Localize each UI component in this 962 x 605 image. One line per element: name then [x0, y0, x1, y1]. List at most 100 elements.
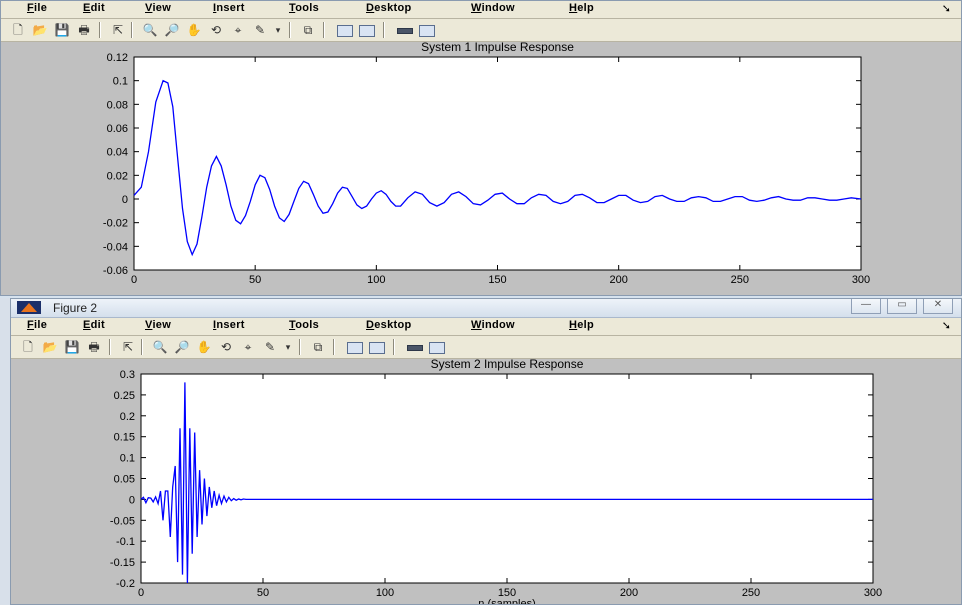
- menu-insert[interactable]: Insert: [213, 2, 245, 14]
- menu-window[interactable]: Window: [471, 2, 515, 14]
- y-tick-label: 0.04: [107, 147, 128, 159]
- menu-view[interactable]: View: [145, 319, 171, 331]
- figure-2-titlebar[interactable]: Figure 2 — ▭ ✕: [11, 299, 961, 318]
- new-file-icon[interactable]: 🗋: [19, 339, 37, 355]
- x-tick-label: 100: [367, 274, 385, 286]
- zoom-in-icon[interactable]: 🔍: [151, 339, 169, 355]
- y-tick-label: 0.15: [114, 432, 135, 444]
- y-tick-label: -0.02: [103, 218, 128, 230]
- y-tick-label: 0.12: [107, 52, 128, 64]
- chart-1-svg: System 1 Impulse Response 0 50 100 150 200 250…: [103, 40, 870, 286]
- maximize-button[interactable]: ▭: [887, 299, 917, 314]
- x-tick-label: 200: [620, 587, 638, 599]
- legend-icon[interactable]: [369, 342, 385, 354]
- menu-insert[interactable]: Insert: [213, 319, 245, 331]
- link-plot-icon[interactable]: ⧉: [309, 339, 327, 355]
- pointer-icon[interactable]: ⇱: [109, 22, 127, 38]
- colorbar-icon[interactable]: [347, 342, 363, 354]
- menu-file[interactable]: File: [27, 319, 47, 331]
- colorbar-icon[interactable]: [337, 25, 353, 37]
- figure-1-canvas: System 1 Impulse Response 0 50 100 150 200 250…: [1, 40, 961, 295]
- x-tick-label: 300: [852, 274, 870, 286]
- zoom-in-icon[interactable]: 🔍: [141, 22, 159, 38]
- plot-title: System 2 Impulse Response: [431, 359, 584, 371]
- brush-dropdown-icon[interactable]: ▾: [269, 22, 287, 38]
- chart-2-svg: System 2 Impulse Response0 50 100 150 200 250…: [110, 357, 882, 605]
- axes-frame: [133, 56, 862, 271]
- y-tick-label: -0.06: [103, 265, 128, 277]
- data-cursor-icon[interactable]: ⌖: [239, 339, 257, 355]
- pan-hand-icon[interactable]: ✋: [195, 339, 213, 355]
- plot-title: System 1 Impulse Response: [421, 42, 574, 54]
- new-file-icon[interactable]: 🗋: [9, 22, 27, 38]
- pan-hand-icon[interactable]: ✋: [185, 22, 203, 38]
- menu-overflow-icon[interactable]: ➘: [942, 319, 951, 332]
- x-tick-label: 50: [249, 274, 261, 286]
- menu-desktop[interactable]: Desktop: [366, 319, 412, 331]
- brush-icon[interactable]: ✎: [261, 339, 279, 355]
- y-tick-label: 0.06: [107, 123, 128, 135]
- y-tick-label: 0.1: [113, 76, 128, 88]
- pointer-icon[interactable]: ⇱: [119, 339, 137, 355]
- x-tick-label: 150: [488, 274, 506, 286]
- hide-plot-tools-icon[interactable]: [397, 28, 413, 34]
- figure-1-window: File Edit View Insert Tools Desktop Wind…: [0, 0, 962, 296]
- figure-2-canvas: System 2 Impulse Response 0 50 100 150 200 250…: [11, 357, 961, 605]
- menu-tools[interactable]: Tools: [289, 2, 319, 14]
- save-icon[interactable]: 💾: [53, 22, 71, 38]
- toolbar: 🗋 📂 💾 🖶 ⇱ 🔍 🔎 ✋ ⟲ ⌖ ✎ ▾ ⧉: [1, 19, 961, 42]
- menu-help[interactable]: Help: [569, 319, 594, 331]
- x-tick-label: 200: [609, 274, 627, 286]
- y-tick-label: 0.05: [114, 474, 135, 486]
- brush-dropdown-icon[interactable]: ▾: [279, 339, 297, 355]
- legend-icon[interactable]: [359, 25, 375, 37]
- y-tick-label: 0.25: [114, 390, 135, 402]
- brush-icon[interactable]: ✎: [251, 22, 269, 38]
- rotate-3d-icon[interactable]: ⟲: [217, 339, 235, 355]
- close-button[interactable]: ✕: [923, 299, 953, 314]
- menu-tools[interactable]: Tools: [289, 319, 319, 331]
- data-cursor-icon[interactable]: ⌖: [229, 22, 247, 38]
- desktop-background-strip: [0, 298, 10, 605]
- y-tick-label: -0.04: [103, 241, 128, 253]
- x-tick-label: 0: [131, 274, 137, 286]
- matlab-icon: [17, 301, 41, 314]
- hide-plot-tools-icon[interactable]: [407, 345, 423, 351]
- x-tick-label: 250: [742, 587, 760, 599]
- show-plot-tools-icon[interactable]: [429, 342, 445, 354]
- y-tick-label: 0.2: [120, 411, 135, 423]
- print-icon[interactable]: 🖶: [75, 22, 93, 38]
- zoom-out-icon[interactable]: 🔎: [163, 22, 181, 38]
- rotate-3d-icon[interactable]: ⟲: [207, 22, 225, 38]
- open-folder-icon[interactable]: 📂: [41, 339, 59, 355]
- minimize-button[interactable]: —: [851, 299, 881, 314]
- menu-edit[interactable]: Edit: [83, 2, 105, 14]
- y-tick-label: -0.15: [110, 557, 135, 569]
- menu-file[interactable]: File: [27, 2, 47, 14]
- zoom-out-icon[interactable]: 🔎: [173, 339, 191, 355]
- x-tick-label: 0: [138, 587, 144, 599]
- menu-desktop[interactable]: Desktop: [366, 2, 412, 14]
- y-tick-label: 0.08: [107, 99, 128, 111]
- menu-window[interactable]: Window: [471, 319, 515, 331]
- menu-help[interactable]: Help: [569, 2, 594, 14]
- menubar: File Edit View Insert Tools Desktop Wind…: [11, 318, 961, 336]
- print-icon[interactable]: 🖶: [85, 339, 103, 355]
- toolbar: 🗋 📂 💾 🖶 ⇱ 🔍 🔎 ✋ ⟲ ⌖ ✎ ▾ ⧉: [11, 336, 961, 359]
- x-tick-label: 300: [864, 587, 882, 599]
- show-plot-tools-icon[interactable]: [419, 25, 435, 37]
- y-tick-label: 0.3: [120, 369, 135, 381]
- menu-overflow-icon[interactable]: ➘: [942, 2, 951, 15]
- y-tick-label: 0: [122, 194, 128, 206]
- menu-edit[interactable]: Edit: [83, 319, 105, 331]
- save-icon[interactable]: 💾: [63, 339, 81, 355]
- axes-frame: [140, 373, 874, 584]
- y-tick-label: -0.05: [110, 515, 135, 527]
- menu-view[interactable]: View: [145, 2, 171, 14]
- x-axis-label: n (samples): [478, 598, 535, 605]
- open-folder-icon[interactable]: 📂: [31, 22, 49, 38]
- x-tick-label: 50: [257, 587, 269, 599]
- x-tick-label: 250: [731, 274, 749, 286]
- link-plot-icon[interactable]: ⧉: [299, 22, 317, 38]
- menubar: File Edit View Insert Tools Desktop Wind…: [1, 1, 961, 19]
